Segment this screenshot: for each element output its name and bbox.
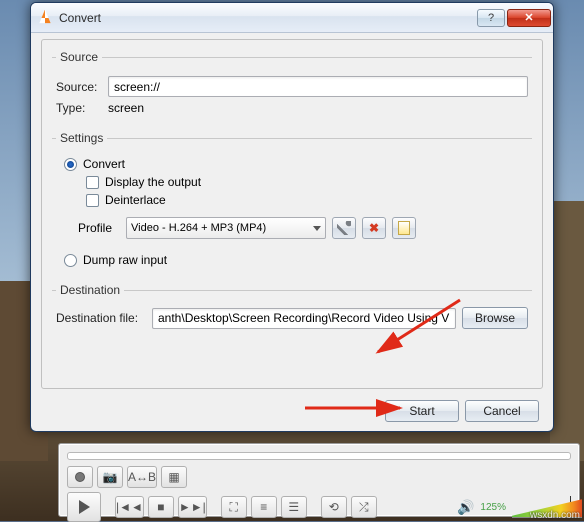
start-button[interactable]: Start bbox=[385, 400, 459, 422]
frame-step-button[interactable]: ▦ bbox=[161, 466, 187, 488]
convert-radio[interactable] bbox=[64, 158, 77, 171]
skip-back-icon: |◄◄ bbox=[116, 500, 143, 514]
destination-legend: Destination bbox=[56, 283, 124, 297]
convert-radio-label: Convert bbox=[83, 157, 125, 171]
fullscreen-button[interactable]: ⛶ bbox=[221, 496, 247, 518]
profile-combobox[interactable]: Video - H.264 + MP3 (MP4) bbox=[126, 217, 326, 239]
destination-group: Destination Destination file: Browse bbox=[52, 283, 532, 333]
record-icon bbox=[75, 472, 85, 482]
dump-raw-radio[interactable] bbox=[64, 254, 77, 267]
equalizer-icon: ≡ bbox=[260, 500, 267, 514]
seek-track[interactable] bbox=[67, 452, 571, 460]
deinterlace-checkbox[interactable] bbox=[86, 194, 99, 207]
grid-icon: ▦ bbox=[168, 470, 179, 484]
settings-legend: Settings bbox=[56, 131, 107, 145]
deinterlace-label: Deinterlace bbox=[105, 193, 166, 207]
help-button[interactable]: ? bbox=[477, 9, 505, 27]
stop-button[interactable]: ■ bbox=[148, 496, 174, 518]
playlist-button[interactable]: ☰ bbox=[281, 496, 307, 518]
display-output-checkbox[interactable] bbox=[86, 176, 99, 189]
close-button[interactable]: ✕ bbox=[507, 9, 551, 27]
wrench-icon bbox=[337, 221, 351, 235]
edit-profile-button[interactable] bbox=[332, 217, 356, 239]
chevron-down-icon bbox=[313, 226, 321, 231]
type-label: Type: bbox=[56, 101, 108, 115]
source-input[interactable] bbox=[108, 76, 528, 97]
cancel-button[interactable]: Cancel bbox=[465, 400, 539, 422]
shuffle-icon: ⤮ bbox=[359, 500, 369, 515]
loop-button[interactable]: ⟲ bbox=[321, 496, 347, 518]
type-value: screen bbox=[108, 101, 144, 115]
volume-percent: 125% bbox=[480, 502, 506, 513]
dump-raw-label: Dump raw input bbox=[83, 253, 167, 267]
dialog-title: Convert bbox=[59, 11, 101, 25]
loop-icon: ⟲ bbox=[329, 500, 339, 514]
fullscreen-icon: ⛶ bbox=[230, 500, 238, 515]
play-icon bbox=[79, 500, 90, 514]
source-label: Source: bbox=[56, 80, 108, 94]
close-icon: ✕ bbox=[524, 11, 533, 24]
titlebar[interactable]: Convert ? ✕ bbox=[31, 3, 553, 33]
convert-dialog: Convert ? ✕ Source Source: Type: screen … bbox=[30, 2, 554, 432]
camera-icon: 📷 bbox=[103, 470, 118, 484]
prev-button[interactable]: |◄◄ bbox=[115, 496, 144, 518]
skip-forward-icon: ►►| bbox=[179, 500, 206, 514]
browse-button[interactable]: Browse bbox=[462, 307, 528, 329]
document-icon bbox=[398, 221, 410, 235]
ab-loop-icon: A↔B bbox=[128, 470, 156, 484]
destination-file-label: Destination file: bbox=[56, 311, 152, 325]
source-group: Source Source: Type: screen bbox=[52, 50, 532, 123]
player-panel: 📷 A↔B ▦ |◄◄ ■ ►►| ⛶ ≡ ☰ ⟲ ⤮ 🔊 125% bbox=[58, 443, 580, 517]
loop-ab-button[interactable]: A↔B bbox=[127, 466, 157, 488]
dialog-footer: Start Cancel bbox=[31, 391, 553, 431]
stop-icon: ■ bbox=[157, 500, 164, 514]
shuffle-button[interactable]: ⤮ bbox=[351, 496, 377, 518]
vlc-icon bbox=[37, 10, 53, 26]
record-button[interactable] bbox=[67, 466, 93, 488]
display-output-label: Display the output bbox=[105, 175, 201, 189]
x-icon: ✖ bbox=[369, 221, 379, 235]
dialog-body: Source Source: Type: screen Settings Con… bbox=[41, 39, 543, 389]
source-legend: Source bbox=[56, 50, 102, 64]
play-button[interactable] bbox=[67, 492, 101, 522]
speaker-icon[interactable]: 🔊 bbox=[457, 499, 474, 516]
playlist-icon: ☰ bbox=[288, 500, 299, 514]
snapshot-button[interactable]: 📷 bbox=[97, 466, 123, 488]
settings-group: Settings Convert Display the output Dein… bbox=[52, 131, 532, 275]
question-icon: ? bbox=[488, 12, 494, 24]
profile-value: Video - H.264 + MP3 (MP4) bbox=[131, 222, 266, 234]
delete-profile-button[interactable]: ✖ bbox=[362, 217, 386, 239]
new-profile-button[interactable] bbox=[392, 217, 416, 239]
destination-file-input[interactable] bbox=[152, 308, 456, 329]
next-button[interactable]: ►►| bbox=[178, 496, 207, 518]
extended-settings-button[interactable]: ≡ bbox=[251, 496, 277, 518]
watermark: wsxdn.com bbox=[530, 510, 580, 521]
profile-label: Profile bbox=[56, 221, 126, 235]
